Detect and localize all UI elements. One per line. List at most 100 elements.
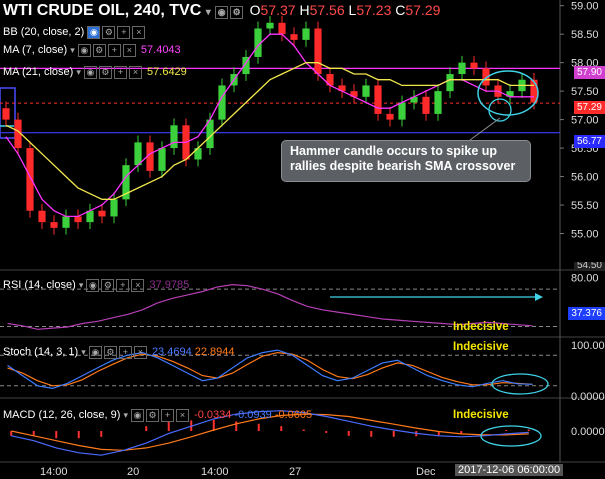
add-icon[interactable]: + bbox=[161, 409, 175, 422]
gear-icon[interactable]: ⚙ bbox=[98, 66, 112, 79]
candle-body bbox=[458, 62, 466, 75]
ma21-indicator-header[interactable]: MA (21, close) ▾ ◉ ⚙ + × 57.6429 bbox=[3, 66, 187, 79]
candle-body bbox=[434, 91, 442, 114]
rsi-level-badge: 37.376 bbox=[568, 307, 605, 320]
last-price-badge: 57.29 bbox=[573, 101, 605, 114]
x-label-4: Dec bbox=[416, 466, 436, 478]
chevron-down-icon[interactable]: ▾ bbox=[79, 280, 84, 290]
close-icon[interactable]: × bbox=[176, 409, 190, 422]
add-icon[interactable]: + bbox=[116, 279, 130, 292]
ohlc-readout: O57.37 H57.56 L57.23 C57.29 bbox=[249, 2, 441, 18]
eye-icon[interactable]: ◉ bbox=[215, 6, 229, 19]
candle-body bbox=[290, 34, 298, 40]
close-icon[interactable]: × bbox=[128, 66, 142, 79]
candle-body bbox=[134, 142, 142, 166]
candle-body bbox=[266, 22, 274, 29]
gear-icon[interactable]: ⚙ bbox=[103, 346, 117, 359]
gear-icon[interactable]: ⚙ bbox=[101, 279, 115, 292]
rsi-tick-label: 80.00 bbox=[571, 273, 599, 285]
stoch-panel-header[interactable]: Stoch (14, 3, 1) ▾ ◉ ⚙ + × 23.4694 22.8944 bbox=[3, 346, 235, 359]
rsi-panel-header[interactable]: RSI (14, close) ▾ ◉ ⚙ + × 37.9785 bbox=[3, 279, 189, 292]
price-tick-label: 56.00 bbox=[571, 172, 599, 184]
eye-icon[interactable]: ◉ bbox=[131, 409, 145, 422]
x-label-2: 14:00 bbox=[201, 466, 229, 478]
add-icon[interactable]: + bbox=[113, 66, 127, 79]
gear-icon[interactable]: ⚙ bbox=[102, 26, 116, 39]
eye-icon[interactable]: ◉ bbox=[77, 44, 91, 57]
candle-body bbox=[26, 148, 34, 211]
circle-small bbox=[488, 98, 512, 122]
chevron-down-icon[interactable]: ▾ bbox=[76, 67, 81, 77]
circle-macd bbox=[480, 425, 542, 447]
candle-body bbox=[314, 28, 322, 75]
candle-body bbox=[50, 222, 58, 228]
price-tick-label: 55.00 bbox=[571, 229, 599, 241]
gear-icon[interactable]: ⚙ bbox=[92, 44, 106, 57]
annotation-circles bbox=[330, 70, 549, 447]
add-icon[interactable]: + bbox=[107, 44, 121, 57]
macd-tick-label: 0.0000 bbox=[571, 426, 605, 438]
candle-body bbox=[446, 74, 454, 92]
eye-icon[interactable]: ◉ bbox=[86, 279, 100, 292]
candle-body bbox=[170, 125, 178, 149]
chevron-down-icon[interactable]: ▾ bbox=[206, 7, 211, 18]
candle-body bbox=[38, 210, 46, 223]
symbol-header[interactable]: WTI CRUDE OIL, 240, TVC ▾ ◉ ⚙ O57.37 H57.… bbox=[3, 2, 440, 20]
add-icon[interactable]: + bbox=[117, 26, 131, 39]
candle-body bbox=[362, 85, 370, 97]
candle-body bbox=[158, 148, 166, 171]
eye-icon[interactable]: ◉ bbox=[87, 26, 101, 39]
gear-icon[interactable]: ⚙ bbox=[146, 409, 160, 422]
candle-body bbox=[110, 199, 118, 217]
bb-indicator-header[interactable]: BB (20, close, 2) ◉ ⚙ + × bbox=[3, 26, 147, 39]
candle-body bbox=[470, 62, 478, 69]
stoch-tick-label: 0.0000 bbox=[571, 391, 605, 403]
price-tick-label: 57.00 bbox=[571, 115, 599, 127]
add-icon[interactable]: + bbox=[118, 346, 132, 359]
candle-body bbox=[422, 96, 430, 114]
ma21-price-badge: 57.90 bbox=[573, 66, 605, 79]
chart-window: 80.00 0.0000 100.00 0.0000 55.00 55.50 56.0… bbox=[0, 0, 605, 479]
ma7-line bbox=[5, 33, 534, 218]
candle-body bbox=[62, 216, 70, 228]
eye-icon[interactable]: ◉ bbox=[88, 346, 102, 359]
price-axis: 55.0055.5056.0056.5057.0057.5058.0058.50… bbox=[560, 1, 599, 241]
candle-body bbox=[302, 28, 310, 40]
close-icon[interactable]: × bbox=[122, 44, 136, 57]
chevron-down-icon[interactable]: ▾ bbox=[123, 410, 128, 420]
rsi-note: Indecisive bbox=[453, 321, 509, 333]
close-icon[interactable]: × bbox=[131, 279, 145, 292]
x-label-3: 27 bbox=[289, 466, 302, 478]
macd-note: Indecisive bbox=[453, 409, 509, 421]
ma7-indicator-header[interactable]: MA (7, close) ▾ ◉ ⚙ + × 57.4043 bbox=[3, 44, 181, 57]
level-price-badge: 56.77 bbox=[573, 135, 605, 148]
symbol-name[interactable]: WTI CRUDE OIL, 240, TVC bbox=[3, 2, 201, 19]
price-tick-label: 58.50 bbox=[571, 29, 599, 41]
candle-body bbox=[98, 210, 106, 217]
eye-icon[interactable]: ◉ bbox=[83, 66, 97, 79]
price-tick-label: 59.00 bbox=[571, 1, 599, 13]
candle-body bbox=[278, 22, 286, 35]
price-tick-label: 57.50 bbox=[571, 86, 599, 98]
x-label-0: 14:00 bbox=[40, 466, 68, 478]
candle-body bbox=[2, 108, 10, 120]
cut-price-badge: 54.50 bbox=[573, 262, 605, 270]
macd-panel-header[interactable]: MACD (12, 26, close, 9) ▾ ◉ ⚙ + × -0.0334 -… bbox=[3, 409, 312, 422]
candle-body bbox=[374, 85, 382, 114]
chevron-down-icon[interactable]: ▾ bbox=[81, 347, 86, 357]
candle-body bbox=[74, 216, 82, 223]
price-tick-label: 55.50 bbox=[571, 200, 599, 212]
rsi-arrow-head bbox=[535, 293, 543, 301]
candle-body bbox=[398, 102, 406, 120]
close-icon[interactable]: × bbox=[132, 26, 146, 39]
close-icon[interactable]: × bbox=[133, 346, 147, 359]
cursor-time-label: 2017-12-06 06:00:00 bbox=[455, 464, 564, 476]
gear-icon[interactable]: ⚙ bbox=[230, 6, 244, 19]
annotation-callout[interactable]: Hammer candle occurs to spike up rallies… bbox=[281, 140, 531, 182]
candle-body bbox=[386, 113, 394, 120]
chevron-down-icon[interactable]: ▾ bbox=[70, 45, 75, 55]
stoch-tick-label: 100.00 bbox=[571, 340, 605, 352]
callout-pointer bbox=[469, 117, 501, 141]
stoch-note: Indecisive bbox=[453, 341, 509, 353]
x-label-1: 20 bbox=[127, 466, 140, 478]
